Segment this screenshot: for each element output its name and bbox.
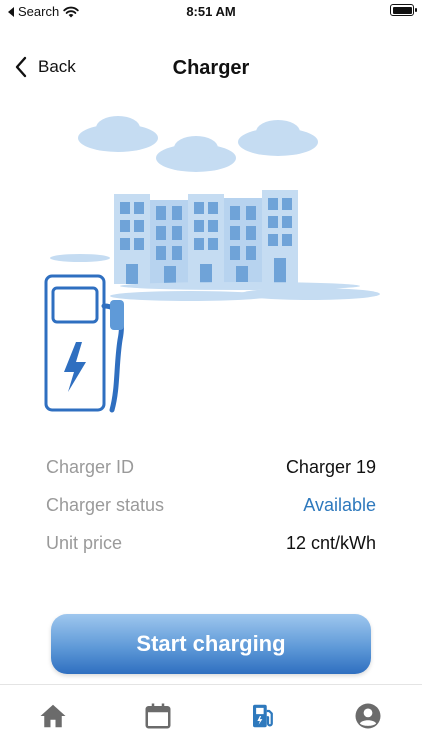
navigation-bar: Back Charger bbox=[0, 44, 422, 92]
status-time: 8:51 AM bbox=[186, 4, 236, 19]
tab-charger[interactable] bbox=[246, 699, 280, 733]
tab-account[interactable] bbox=[351, 699, 385, 733]
start-charging-button[interactable]: Start charging bbox=[51, 614, 371, 674]
calendar-icon bbox=[145, 703, 171, 729]
info-row-unit-price: Unit price 12 cnt/kWh bbox=[46, 524, 376, 562]
info-row-charger-status: Charger status Available bbox=[46, 486, 376, 524]
back-button[interactable]: Back bbox=[14, 56, 76, 78]
buildings-illustration bbox=[114, 190, 298, 284]
charger-info: Charger ID Charger 19 Charger status Ava… bbox=[46, 448, 376, 562]
tab-home[interactable] bbox=[36, 699, 70, 733]
back-button-label: Back bbox=[38, 57, 76, 76]
charger-id-value: Charger 19 bbox=[285, 456, 376, 477]
tab-calendar[interactable] bbox=[141, 699, 175, 733]
unit-price-value: 12 cnt/kWh bbox=[285, 532, 376, 553]
fuel-station-icon bbox=[253, 704, 273, 728]
status-bar: Search 8:51 AM bbox=[0, 0, 422, 22]
account-icon bbox=[355, 703, 381, 729]
unit-price-label: Unit price bbox=[46, 532, 123, 553]
tab-bar bbox=[0, 684, 422, 750]
charger-id-label: Charger ID bbox=[46, 456, 135, 477]
charger-status-value: Available bbox=[303, 494, 376, 515]
cloud-illustration bbox=[78, 116, 318, 172]
battery-icon bbox=[390, 4, 417, 16]
info-row-charger-id: Charger ID Charger 19 bbox=[46, 448, 376, 486]
chevron-left-icon bbox=[15, 56, 27, 78]
charger-illustration bbox=[44, 116, 380, 413]
home-icon bbox=[40, 704, 66, 728]
charger-status-label: Charger status bbox=[46, 494, 165, 515]
